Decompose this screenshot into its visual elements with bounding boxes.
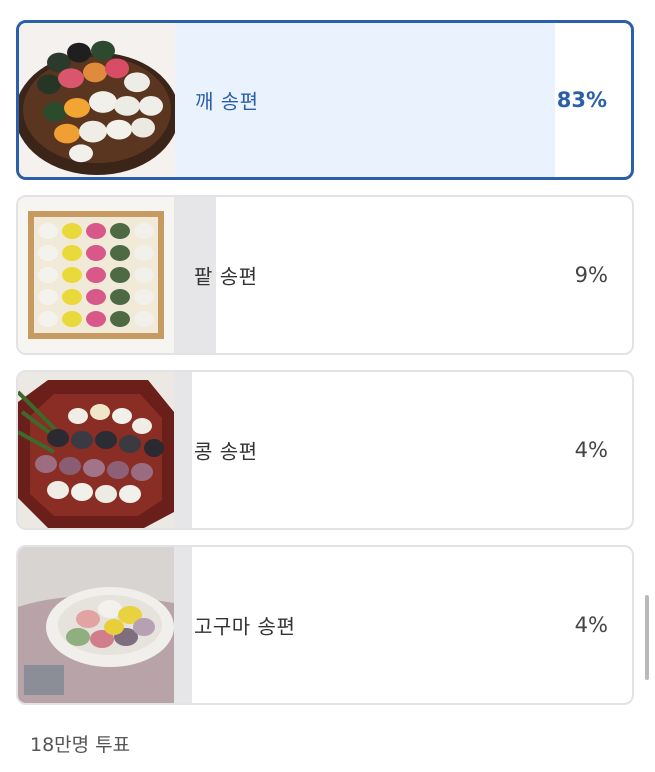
- option-label: 고구마 송편: [194, 614, 296, 639]
- result-bar: [174, 547, 192, 703]
- option-percent: 83%: [556, 88, 607, 112]
- redbean-songpyeon-photo: [18, 197, 174, 353]
- vote-count: 18만명 투표: [30, 734, 131, 756]
- poll-option-redbean[interactable]: 팥 송편 9%: [16, 195, 634, 355]
- option-label: 콩 송편: [194, 439, 258, 464]
- option-percent: 4%: [574, 438, 608, 462]
- option-percent: 9%: [574, 263, 608, 287]
- option-label: 깨 송편: [195, 89, 259, 114]
- scrollbar[interactable]: [645, 595, 649, 680]
- option-label: 팥 송편: [194, 264, 258, 289]
- poll-option-sweetpotato[interactable]: 고구마 송편 4%: [16, 545, 634, 705]
- option-percent: 4%: [574, 613, 608, 637]
- poll-option-bean[interactable]: 콩 송편 4%: [16, 370, 634, 530]
- sesame-songpyeon-photo: [19, 23, 175, 177]
- bean-songpyeon-photo: [18, 372, 174, 528]
- sweetpotato-songpyeon-photo: [18, 547, 174, 703]
- poll: 깨 송편 83% 팥 송편 9% 콩 송편 4% 고구마 송편 4%: [16, 20, 634, 720]
- poll-option-sesame[interactable]: 깨 송편 83%: [16, 20, 634, 180]
- result-bar: [174, 372, 192, 528]
